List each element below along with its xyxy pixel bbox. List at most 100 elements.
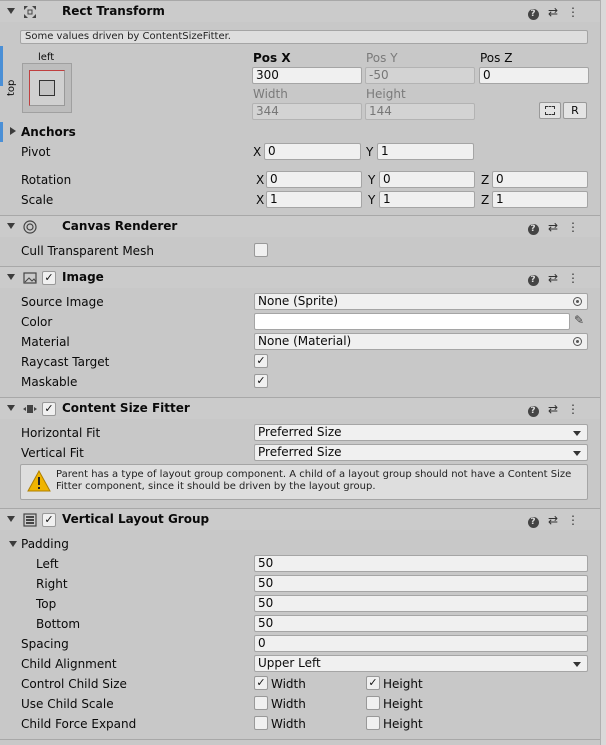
padding-top-field[interactable]: 50 [254,595,588,612]
eyedropper-icon[interactable]: ✎ [574,313,584,327]
object-picker-icon[interactable] [573,337,582,346]
child-alignment-dropdown[interactable]: Upper Left [254,655,588,672]
help-icon[interactable]: ? [526,4,540,20]
presets-icon[interactable]: ⇄ [546,512,560,528]
driven-values-note: Some values driven by ContentSizeFitter. [20,30,588,44]
anchor-v-label: top [6,79,17,96]
vertical-layout-group-icon [23,513,37,527]
maskable-checkbox[interactable]: ✓ [254,374,268,388]
padding-left-field[interactable]: 50 [254,555,588,572]
scale-y-field[interactable]: 1 [379,191,475,208]
horizontal-fit-label: Horizontal Fit [21,426,101,440]
help-icon[interactable]: ? [526,401,540,417]
control-child-size-height-checkbox[interactable]: ✓ [366,676,380,690]
anchors-label[interactable]: Anchors [21,124,76,140]
raycast-target-checkbox[interactable]: ✓ [254,354,268,368]
width-field[interactable]: 344 [252,103,362,120]
context-menu-icon[interactable]: ⋮ [566,4,580,20]
rect-transform-header[interactable]: Rect Transform ? ⇄ ⋮ [0,0,600,22]
vertical-fit-value: Preferred Size [258,445,342,459]
image-header[interactable]: ✓ Image ? ⇄ ⋮ [0,266,600,288]
child-force-expand-width-checkbox[interactable] [254,716,268,730]
pos-x-field[interactable]: 300 [252,67,362,84]
padding-left-label: Left [36,557,59,571]
fold-arrow-icon[interactable] [7,274,15,280]
rotation-x-axis-label: X [256,173,265,187]
context-menu-icon[interactable]: ⋮ [566,512,580,528]
padding-label[interactable]: Padding [21,536,69,552]
pos-y-field[interactable]: -50 [365,67,475,84]
fold-arrow-icon[interactable] [7,8,15,14]
content-size-fitter-icon [23,405,37,413]
horizontal-fit-dropdown[interactable]: Preferred Size [254,424,588,441]
material-value: None (Material) [258,334,352,348]
rect-transform-icon [24,6,36,18]
presets-icon[interactable]: ⇄ [546,4,560,20]
header-icons: ? ⇄ ⋮ [526,219,586,235]
pivot-y-field[interactable]: 1 [377,143,474,160]
source-image-label: Source Image [21,295,104,309]
context-menu-icon[interactable]: ⋮ [566,219,580,235]
child-force-expand-height-label: Height [383,717,423,731]
raw-edit-button[interactable]: R [563,102,587,119]
presets-icon[interactable]: ⇄ [546,270,560,286]
presets-icon[interactable]: ⇄ [546,219,560,235]
padding-fold-icon[interactable] [9,541,17,547]
child-alignment-value: Upper Left [258,656,321,670]
height-field[interactable]: 144 [365,103,475,120]
material-field[interactable]: None (Material) [254,333,588,350]
rotation-x-field[interactable]: 0 [266,171,362,188]
cull-transparent-mesh-checkbox[interactable] [254,243,268,257]
vertical-fit-label: Vertical Fit [21,446,84,460]
color-field[interactable] [254,313,570,330]
horizontal-fit-value: Preferred Size [258,425,342,439]
child-alignment-label: Child Alignment [21,657,117,671]
scrollbar[interactable] [600,0,606,745]
help-icon[interactable]: ? [526,512,540,528]
fold-arrow-icon[interactable] [7,405,15,411]
scale-z-field[interactable]: 1 [492,191,588,208]
padding-right-field[interactable]: 50 [254,575,588,592]
content-size-fitter-enabled-checkbox[interactable]: ✓ [42,402,56,416]
height-label: Height [366,87,406,101]
image-enabled-checkbox[interactable]: ✓ [42,271,56,285]
pos-z-field[interactable]: 0 [479,67,589,84]
control-child-size-width-checkbox[interactable]: ✓ [254,676,268,690]
vertical-layout-group-title: Vertical Layout Group [62,512,210,526]
blueprint-mode-button[interactable] [539,102,561,119]
spacing-field[interactable]: 0 [254,635,588,652]
pivot-x-field[interactable]: 0 [264,143,361,160]
anchor-preset-button[interactable] [22,63,72,113]
scale-x-field[interactable]: 1 [266,191,362,208]
vertical-layout-group-header[interactable]: ✓ Vertical Layout Group ? ⇄ ⋮ [0,508,600,530]
vertical-fit-dropdown[interactable]: Preferred Size [254,444,588,461]
use-child-scale-height-checkbox[interactable] [366,696,380,710]
object-picker-icon[interactable] [573,297,582,306]
scale-z-axis-label: Z [481,193,490,207]
canvas-renderer-header[interactable]: Canvas Renderer ? ⇄ ⋮ [0,215,600,237]
anchors-fold-icon[interactable] [10,127,16,135]
child-force-expand-height-checkbox[interactable] [366,716,380,730]
layout-warning-box: Parent has a type of layout group compon… [20,464,588,500]
image-icon [23,272,37,284]
vertical-layout-group-enabled-checkbox[interactable]: ✓ [42,513,56,527]
use-child-scale-width-checkbox[interactable] [254,696,268,710]
content-size-fitter-title: Content Size Fitter [62,401,190,415]
context-menu-icon[interactable]: ⋮ [566,401,580,417]
content-size-fitter-header[interactable]: ✓ Content Size Fitter ? ⇄ ⋮ [0,397,600,419]
fold-arrow-icon[interactable] [7,223,15,229]
context-menu-icon[interactable]: ⋮ [566,270,580,286]
child-force-expand-label: Child Force Expand [21,717,137,731]
source-image-field[interactable]: None (Sprite) [254,293,588,310]
warning-icon [27,470,51,492]
presets-icon[interactable]: ⇄ [546,401,560,417]
fold-arrow-icon[interactable] [7,516,15,522]
help-icon[interactable]: ? [526,270,540,286]
padding-bottom-field[interactable]: 50 [254,615,588,632]
rotation-y-field[interactable]: 0 [379,171,475,188]
child-force-expand-width-label: Width [271,717,306,731]
header-icons: ? ⇄ ⋮ [526,401,586,417]
color-label: Color [21,315,53,329]
help-icon[interactable]: ? [526,219,540,235]
rotation-z-field[interactable]: 0 [492,171,588,188]
